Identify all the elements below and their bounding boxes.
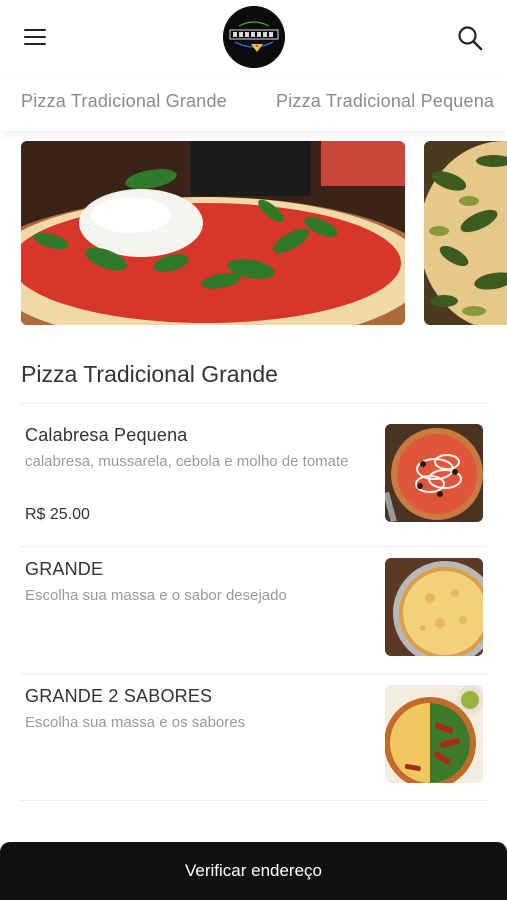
tab-pizza-tradicional-grande[interactable]: Pizza Tradicional Grande — [21, 91, 227, 112]
menu-item-grande[interactable]: GRANDE Escolha sua massa e o sabor desej… — [20, 547, 488, 673]
search-icon[interactable] — [455, 23, 485, 53]
verify-address-button[interactable]: Verificar endereço — [0, 842, 507, 900]
item-name: GRANDE 2 SABORES — [25, 686, 213, 706]
burrata-pizza-banner[interactable] — [21, 141, 405, 325]
section-title: Pizza Tradicional Grande — [21, 361, 278, 387]
item-name: Calabresa Pequena — [25, 425, 188, 445]
item-name: GRANDE — [25, 559, 104, 579]
app-header — [0, 0, 507, 75]
restaurant-logo[interactable] — [223, 6, 285, 68]
item-price: R$ 25.00 — [25, 506, 90, 523]
cheese-pizza-photo — [385, 558, 483, 656]
item-description: calabresa, mussarela, cebola e molho de … — [25, 453, 349, 470]
item-description: Escolha sua massa e o sabor desejado — [25, 587, 287, 604]
item-divider — [20, 800, 488, 801]
vegetable-pizza-banner[interactable] — [424, 141, 507, 325]
tab-pizza-tradicional-pequena[interactable]: Pizza Tradicional Pequena — [276, 91, 494, 112]
two-flavor-pizza-photo — [385, 685, 483, 783]
calabresa-pizza-photo — [385, 424, 483, 522]
menu-item-calabresa-pequena[interactable]: Calabresa Pequena calabresa, mussarela, … — [20, 404, 488, 546]
hamburger-menu-icon[interactable] — [22, 26, 48, 48]
menu-item-grande-2-sabores[interactable]: GRANDE 2 SABORES Escolha sua massa e os … — [20, 674, 488, 800]
item-description: Escolha sua massa e os sabores — [25, 714, 246, 731]
category-tabs: Pizza Tradicional Grande Pizza Tradicion… — [0, 75, 507, 131]
banner-carousel[interactable] — [0, 141, 507, 326]
